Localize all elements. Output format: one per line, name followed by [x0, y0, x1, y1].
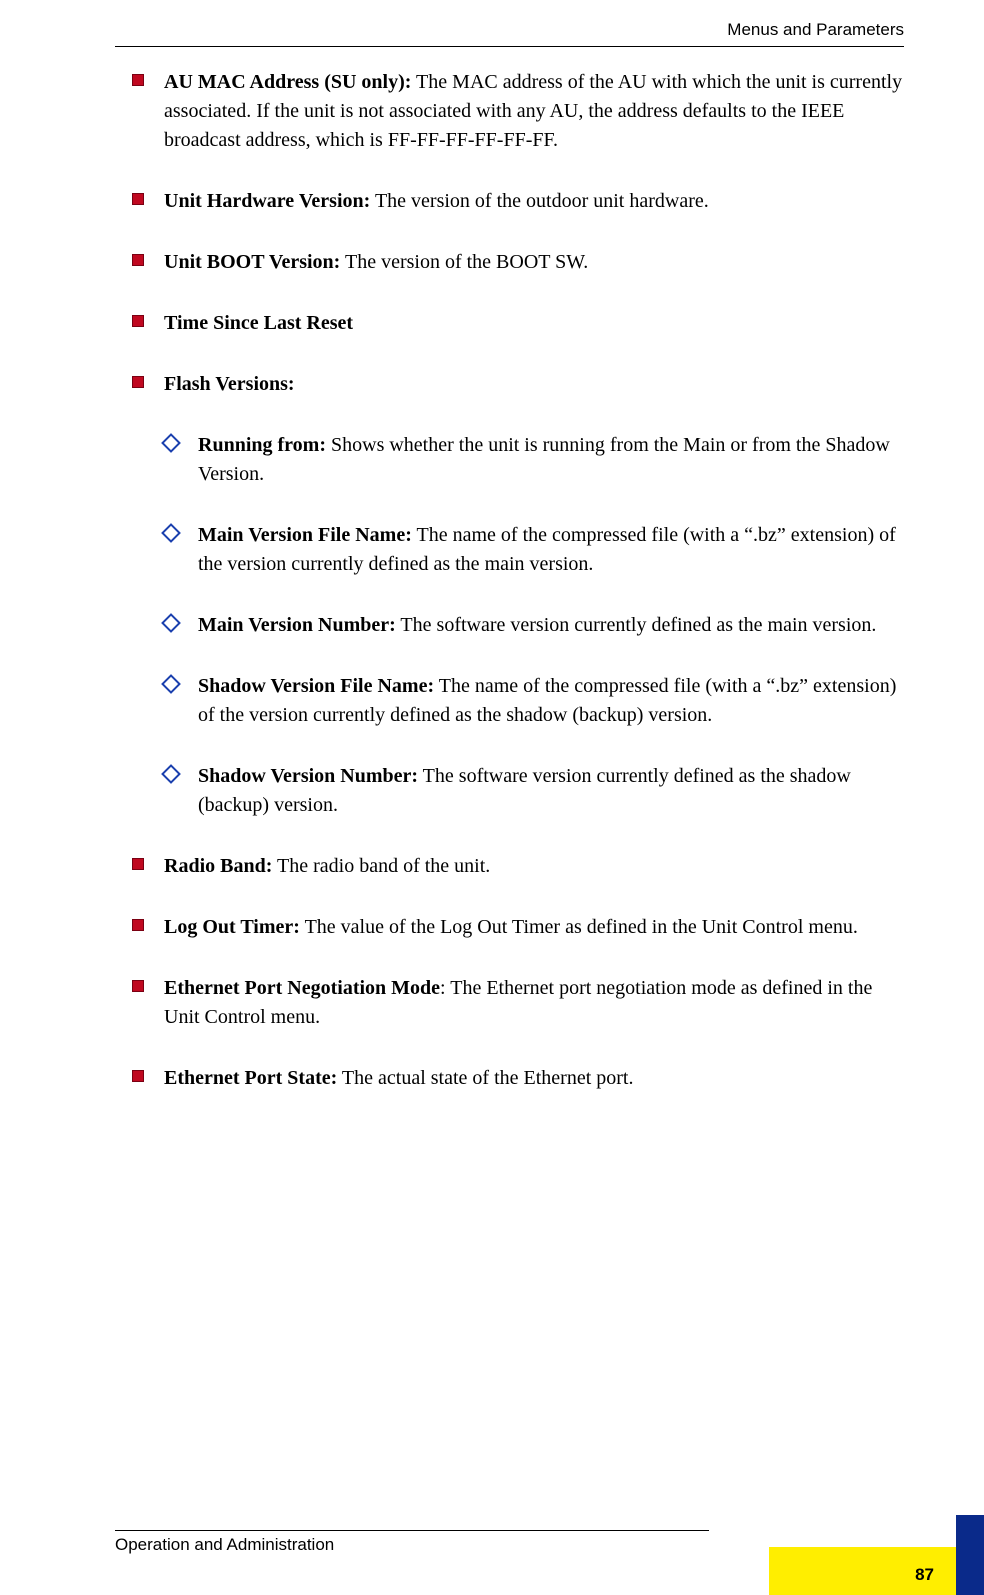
list-item: Ethernet Port State: The actual state of… [130, 1064, 904, 1093]
sublist-item: Main Version File Name: The name of the … [130, 521, 904, 579]
item-label: Unit Hardware Version: [164, 190, 370, 212]
subitem-label: Shadow Version Number: [198, 765, 418, 787]
square-bullet-icon [132, 858, 144, 870]
list-item: Log Out Timer: The value of the Log Out … [130, 913, 904, 942]
page-header: Menus and Parameters [115, 20, 904, 47]
item-label: Log Out Timer: [164, 916, 300, 938]
subitem-label: Running from: [198, 434, 326, 456]
sublist-item: Shadow Version File Name: The name of th… [130, 672, 904, 730]
square-bullet-icon [132, 193, 144, 205]
content-area: AU MAC Address (SU only): The MAC addres… [130, 60, 904, 1093]
subitem-label: Main Version Number: [198, 614, 396, 636]
footer-blue-tab [956, 1515, 984, 1595]
subitem-text: The software version currently defined a… [396, 614, 877, 636]
page-number: 87 [915, 1565, 934, 1585]
subitem-label: Main Version File Name: [198, 524, 412, 546]
list-item: Flash Versions: [130, 370, 904, 399]
item-label: AU MAC Address (SU only): [164, 71, 411, 93]
list-item: Radio Band: The radio band of the unit. [130, 852, 904, 881]
sublist-item: Running from: Shows whether the unit is … [130, 431, 904, 489]
diamond-bullet-icon [161, 613, 181, 633]
item-label: Unit BOOT Version: [164, 251, 340, 273]
item-label: Flash Versions: [164, 373, 295, 395]
square-bullet-icon [132, 254, 144, 266]
header-title: Menus and Parameters [727, 20, 904, 39]
square-bullet-icon [132, 980, 144, 992]
subitem-label: Shadow Version File Name: [198, 675, 434, 697]
list-item: Time Since Last Reset [130, 309, 904, 338]
list-item: Ethernet Port Negotiation Mode: The Ethe… [130, 974, 904, 1032]
footer-divider [115, 1530, 709, 1531]
diamond-bullet-icon [161, 764, 181, 784]
square-bullet-icon [132, 1070, 144, 1082]
sublist-item: Main Version Number: The software versio… [130, 611, 904, 640]
square-bullet-icon [132, 74, 144, 86]
item-text: The value of the Log Out Timer as define… [300, 916, 858, 938]
item-label: Ethernet Port Negotiation Mode [164, 977, 440, 999]
item-text: The version of the outdoor unit hardware… [370, 190, 708, 212]
list-item: Unit BOOT Version: The version of the BO… [130, 248, 904, 277]
item-label: Ethernet Port State: [164, 1067, 337, 1089]
list-item: Unit Hardware Version: The version of th… [130, 187, 904, 216]
item-label: Time Since Last Reset [164, 312, 353, 334]
footer-yellow-bar [769, 1547, 984, 1595]
item-label: Radio Band: [164, 855, 272, 877]
item-text: The version of the BOOT SW. [340, 251, 588, 273]
sublist-item: Shadow Version Number: The software vers… [130, 762, 904, 820]
square-bullet-icon [132, 376, 144, 388]
item-text: The actual state of the Ethernet port. [337, 1067, 633, 1089]
square-bullet-icon [132, 315, 144, 327]
diamond-bullet-icon [161, 523, 181, 543]
diamond-bullet-icon [161, 433, 181, 453]
page: Menus and Parameters AU MAC Address (SU … [0, 0, 984, 1595]
sublist: Running from: Shows whether the unit is … [130, 431, 904, 820]
item-text: The radio band of the unit. [272, 855, 490, 877]
list-item: AU MAC Address (SU only): The MAC addres… [130, 68, 904, 155]
square-bullet-icon [132, 919, 144, 931]
diamond-bullet-icon [161, 674, 181, 694]
